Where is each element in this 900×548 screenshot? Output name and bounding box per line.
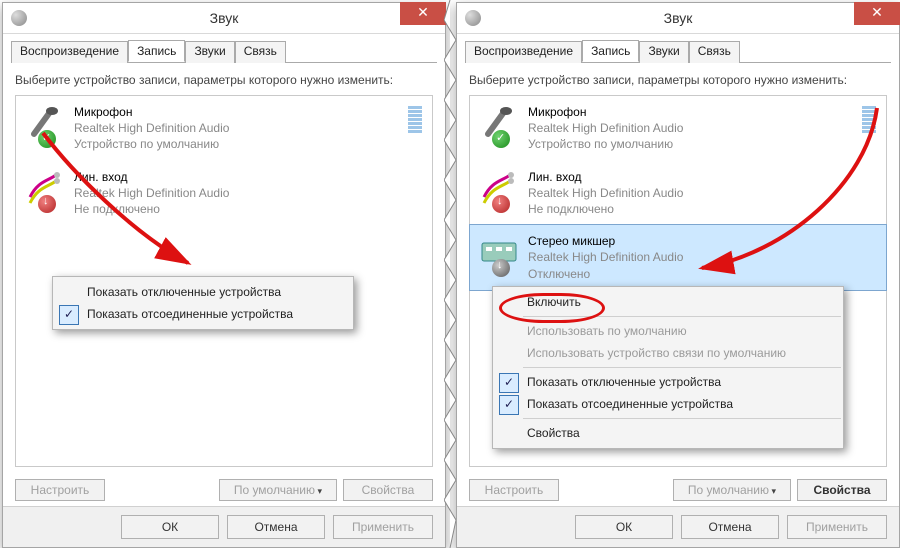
properties-button[interactable]: Свойства: [343, 479, 433, 501]
device-driver: Realtek High Definition Audio: [528, 249, 878, 265]
dialog-buttons: ОК Отмена Применить: [457, 506, 899, 547]
titlebar[interactable]: Звук ✕: [3, 3, 445, 34]
down-badge-icon: [492, 195, 510, 213]
menu-show-disconnected[interactable]: ✓ Показать отсоединенные устройства: [53, 303, 353, 325]
menu-separator: [523, 316, 841, 317]
device-status: Не подключено: [528, 201, 878, 217]
device-driver: Realtek High Definition Audio: [74, 120, 424, 136]
down-badge-icon: [38, 195, 56, 213]
device-name: Стерео микшер: [528, 233, 878, 249]
menu-separator: [523, 367, 841, 368]
instruction-text: Выберите устройство записи, параметры ко…: [469, 73, 887, 87]
device-status: Устройство по умолчанию: [74, 136, 424, 152]
tab-content: Выберите устройство записи, параметры ко…: [3, 63, 445, 509]
apply-button[interactable]: Применить: [787, 515, 887, 539]
close-button[interactable]: ✕: [854, 2, 900, 25]
menu-properties[interactable]: Свойства: [493, 422, 843, 444]
sound-dialog-left: Звук ✕ Воспроизведение Запись Звуки Связ…: [2, 2, 446, 548]
menu-set-comm-default: Использовать устройство связи по умолчан…: [493, 342, 843, 364]
tab-recording[interactable]: Запись: [128, 40, 185, 62]
tab-communications[interactable]: Связь: [689, 41, 740, 63]
apply-button[interactable]: Применить: [333, 515, 433, 539]
device-list[interactable]: Микрофон Realtek High Definition Audio У…: [469, 95, 887, 467]
tab-recording[interactable]: Запись: [582, 40, 639, 62]
check-icon: ✓: [499, 395, 519, 415]
instruction-text: Выберите устройство записи, параметры ко…: [15, 73, 433, 87]
check-badge-icon: [38, 130, 56, 148]
device-row-microphone[interactable]: Микрофон Realtek High Definition Audio У…: [470, 96, 886, 161]
set-default-button[interactable]: По умолчанию: [673, 479, 791, 501]
menu-separator: [523, 418, 841, 419]
mixer-icon: [478, 233, 520, 275]
tab-sounds[interactable]: Звуки: [185, 41, 234, 63]
device-row-stereomix[interactable]: Стерео микшер Realtek High Definition Au…: [469, 224, 887, 291]
menu-show-disabled[interactable]: ✓ Показать отключенные устройства: [493, 371, 843, 393]
check-badge-icon: [492, 130, 510, 148]
linein-icon: [24, 169, 66, 211]
level-meter-icon: [408, 106, 422, 133]
device-status: Отключено: [528, 266, 878, 282]
menu-set-default: Использовать по умолчанию: [493, 320, 843, 342]
device-driver: Realtek High Definition Audio: [74, 185, 424, 201]
device-row-microphone[interactable]: Микрофон Realtek High Definition Audio У…: [16, 96, 432, 161]
level-meter-icon: [862, 106, 876, 133]
device-driver: Realtek High Definition Audio: [528, 120, 878, 136]
device-status: Устройство по умолчанию: [528, 136, 878, 152]
microphone-icon: [24, 104, 66, 146]
dialog-buttons: ОК Отмена Применить: [3, 506, 445, 547]
tab-content: Выберите устройство записи, параметры ко…: [457, 63, 899, 509]
cancel-button[interactable]: Отмена: [681, 515, 779, 539]
sound-dialog-right: Звук ✕ Воспроизведение Запись Звуки Связ…: [456, 2, 900, 548]
device-list[interactable]: Микрофон Realtek High Definition Audio У…: [15, 95, 433, 467]
window-title: Звук: [457, 10, 899, 26]
set-default-button[interactable]: По умолчанию: [219, 479, 337, 501]
properties-button[interactable]: Свойства: [797, 479, 887, 501]
device-name: Лин. вход: [528, 169, 878, 185]
device-status: Не подключено: [74, 201, 424, 217]
tab-communications[interactable]: Связь: [235, 41, 286, 63]
device-name: Лин. вход: [74, 169, 424, 185]
configure-button[interactable]: Настроить: [15, 479, 105, 501]
titlebar[interactable]: Звук ✕: [457, 3, 899, 34]
microphone-icon: [478, 104, 520, 146]
menu-show-disconnected[interactable]: ✓ Показать отсоединенные устройства: [493, 393, 843, 415]
check-icon: ✓: [59, 305, 79, 325]
menu-show-disabled[interactable]: Показать отключенные устройства: [53, 281, 353, 303]
close-button[interactable]: ✕: [400, 2, 446, 25]
window-title: Звук: [3, 10, 445, 26]
down-badge-icon: [492, 259, 510, 277]
linein-icon: [478, 169, 520, 211]
context-menu[interactable]: Включить Использовать по умолчанию Испол…: [492, 286, 844, 449]
cancel-button[interactable]: Отмена: [227, 515, 325, 539]
tab-strip: Воспроизведение Запись Звуки Связь: [465, 40, 891, 63]
context-menu[interactable]: Показать отключенные устройства ✓ Показа…: [52, 276, 354, 330]
device-name: Микрофон: [528, 104, 878, 120]
device-row-linein[interactable]: Лин. вход Realtek High Definition Audio …: [16, 161, 432, 226]
tab-sounds[interactable]: Звуки: [639, 41, 688, 63]
menu-enable[interactable]: Включить: [493, 291, 843, 313]
tab-playback[interactable]: Воспроизведение: [465, 41, 582, 63]
ok-button[interactable]: ОК: [575, 515, 673, 539]
device-driver: Realtek High Definition Audio: [528, 185, 878, 201]
device-action-buttons: Настроить По умолчанию Свойства: [469, 479, 887, 501]
device-name: Микрофон: [74, 104, 424, 120]
tab-strip: Воспроизведение Запись Звуки Связь: [11, 40, 437, 63]
ok-button[interactable]: ОК: [121, 515, 219, 539]
tab-playback[interactable]: Воспроизведение: [11, 41, 128, 63]
check-icon: ✓: [499, 373, 519, 393]
device-row-linein[interactable]: Лин. вход Realtek High Definition Audio …: [470, 161, 886, 226]
configure-button[interactable]: Настроить: [469, 479, 559, 501]
device-action-buttons: Настроить По умолчанию Свойства: [15, 479, 433, 501]
